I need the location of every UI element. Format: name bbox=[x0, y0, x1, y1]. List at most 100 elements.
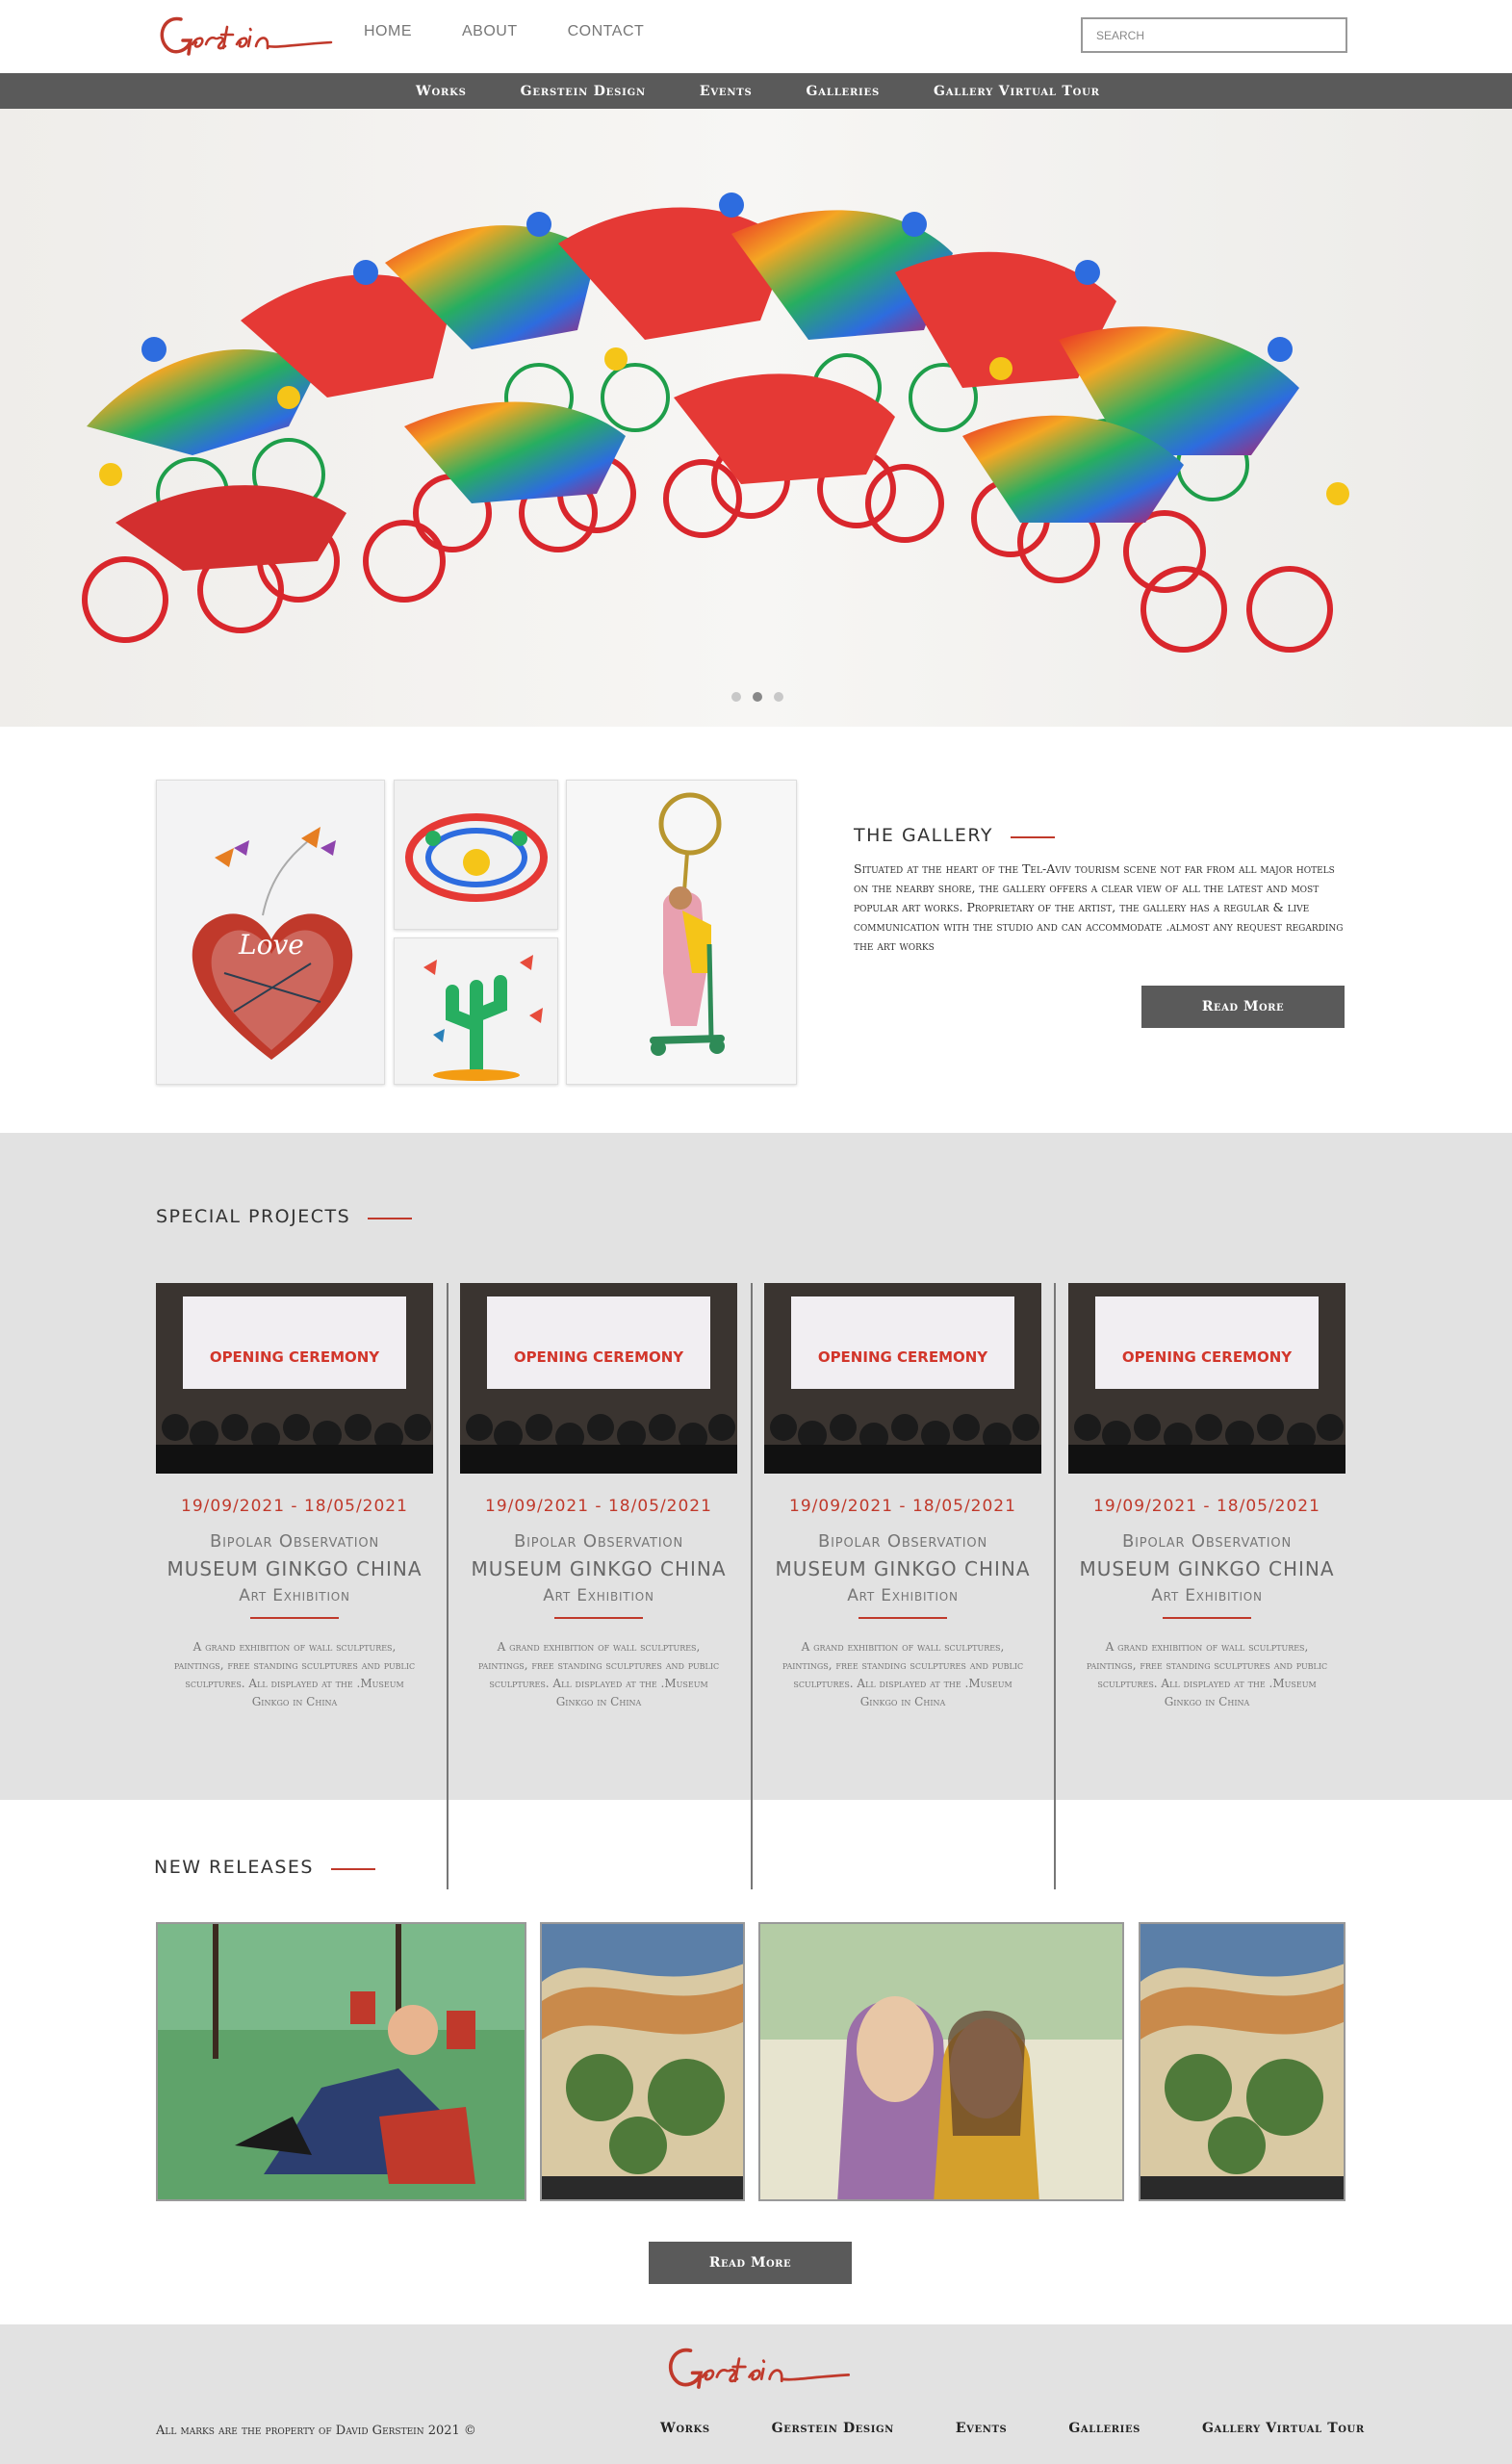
footer-link-galleries[interactable]: Galleries bbox=[1068, 2421, 1140, 2436]
couple-portrait-image bbox=[760, 1924, 1122, 2199]
new-releases-read-more-button[interactable]: Read More bbox=[649, 2242, 852, 2284]
project-card[interactable]: OPENING CEREMONY 19/09/2021 - 18/05/2021… bbox=[1068, 1283, 1345, 1726]
opening-ceremony-photo: OPENING CEREMONY bbox=[764, 1283, 1041, 1474]
ceremony-image: OPENING CEREMONY bbox=[1068, 1283, 1345, 1474]
gallery-thumb-keychain[interactable] bbox=[566, 780, 797, 1085]
release-artwork-landscape-2[interactable] bbox=[1139, 1922, 1345, 2201]
subnav-galleries[interactable]: Galleries bbox=[807, 84, 880, 99]
release-artwork-couple-portrait[interactable] bbox=[758, 1922, 1124, 2201]
cactus-butterflies-image bbox=[395, 938, 557, 1084]
card-divider bbox=[751, 1283, 753, 1889]
slider-dot-3[interactable] bbox=[774, 692, 783, 702]
accent-rule bbox=[368, 1217, 413, 1219]
project-subtitle: Bipolar Observation bbox=[210, 1531, 379, 1552]
accent-rule bbox=[330, 1867, 375, 1870]
project-type: Art Exhibition bbox=[847, 1586, 959, 1605]
love-heart-sculpture-image: Love bbox=[157, 781, 384, 1084]
ceremony-image: OPENING CEREMONY bbox=[764, 1283, 1041, 1474]
subnav-virtual-tour[interactable]: Gallery Virtual Tour bbox=[934, 84, 1100, 99]
special-projects-heading: SPECIAL PROJECTS bbox=[156, 1206, 413, 1227]
gerstein-logo[interactable] bbox=[154, 8, 337, 62]
project-card[interactable]: OPENING CEREMONY 19/09/2021 - 18/05/2021… bbox=[764, 1283, 1041, 1726]
nav-contact-link[interactable]: CONTACT bbox=[568, 23, 645, 40]
project-date: 19/09/2021 - 18/05/2021 bbox=[789, 1497, 1016, 1516]
landscape-painting-image bbox=[542, 1924, 743, 2199]
top-nav: HOME ABOUT CONTACT bbox=[364, 23, 694, 40]
svg-text:OPENING CEREMONY: OPENING CEREMONY bbox=[818, 1348, 988, 1366]
project-title: MUSEUM GINKGO CHINA bbox=[775, 1557, 1031, 1580]
gallery-thumb-cyclist-bowl[interactable] bbox=[394, 780, 558, 930]
project-description: A grand exhibition of wall sculptures, p… bbox=[782, 1640, 1024, 1708]
man-in-chair-image bbox=[158, 1924, 525, 2199]
slider-dots bbox=[731, 692, 783, 702]
project-title: MUSEUM GINKGO CHINA bbox=[167, 1557, 423, 1580]
project-description: A grand exhibition of wall sculptures, p… bbox=[477, 1640, 720, 1708]
project-card[interactable]: OPENING CEREMONY 19/09/2021 - 18/05/2021… bbox=[460, 1283, 737, 1726]
project-date: 19/09/2021 - 18/05/2021 bbox=[485, 1497, 712, 1516]
hero-slider[interactable] bbox=[0, 109, 1512, 727]
gallery-description: Situated at the heart of the Tel-Aviv to… bbox=[854, 861, 1344, 953]
cyclists-sculpture-image bbox=[82, 192, 1349, 653]
opening-ceremony-photo: OPENING CEREMONY bbox=[460, 1283, 737, 1474]
footer-link-virtual-tour[interactable]: Gallery Virtual Tour bbox=[1202, 2421, 1365, 2436]
copyright-text: All marks are the property of David Gers… bbox=[156, 2424, 476, 2438]
top-header: HOME ABOUT CONTACT bbox=[0, 0, 1512, 73]
cyclist-bowl-image bbox=[395, 781, 557, 929]
gallery-thumb-cactus[interactable] bbox=[394, 937, 558, 1085]
project-subtitle: Bipolar Observation bbox=[1122, 1531, 1292, 1552]
accent-rule bbox=[554, 1617, 643, 1619]
footer-link-events[interactable]: Events bbox=[956, 2421, 1007, 2436]
nav-home-link[interactable]: HOME bbox=[364, 23, 412, 40]
project-type: Art Exhibition bbox=[1151, 1586, 1263, 1605]
subnav-gerstein-design[interactable]: Gerstein Design bbox=[521, 84, 646, 99]
svg-text:OPENING CEREMONY: OPENING CEREMONY bbox=[1122, 1348, 1293, 1366]
project-date: 19/09/2021 - 18/05/2021 bbox=[181, 1497, 408, 1516]
gallery-heading: THE GALLERY bbox=[854, 825, 1055, 846]
new-releases-title: NEW RELEASES bbox=[154, 1857, 314, 1878]
gallery-title: THE GALLERY bbox=[854, 825, 993, 846]
new-releases-heading: NEW RELEASES bbox=[154, 1857, 375, 1878]
special-projects-section: SPECIAL PROJECTS OPENING CEREMONY 19/09/… bbox=[0, 1133, 1512, 1889]
accent-rule bbox=[859, 1617, 947, 1619]
ceremony-image: OPENING CEREMONY bbox=[460, 1283, 737, 1474]
project-subtitle: Bipolar Observation bbox=[818, 1531, 987, 1552]
card-divider bbox=[447, 1283, 448, 1889]
accent-rule bbox=[1010, 835, 1055, 838]
project-title: MUSEUM GINKGO CHINA bbox=[471, 1557, 727, 1580]
project-card[interactable]: OPENING CEREMONY 19/09/2021 - 18/05/2021… bbox=[156, 1283, 433, 1726]
ceremony-image: OPENING CEREMONY bbox=[156, 1283, 433, 1474]
footer-gerstein-logo[interactable] bbox=[662, 2338, 855, 2396]
slider-dot-2[interactable] bbox=[753, 692, 762, 702]
release-artwork-man-in-chair[interactable] bbox=[156, 1922, 526, 2201]
svg-text:OPENING CEREMONY: OPENING CEREMONY bbox=[514, 1348, 684, 1366]
accent-rule bbox=[250, 1617, 339, 1619]
gallery-read-more-button[interactable]: Read More bbox=[1141, 986, 1345, 1028]
accent-rule bbox=[1163, 1617, 1251, 1619]
footer: All marks are the property of David Gers… bbox=[0, 2324, 1512, 2464]
gallery-thumb-love-heart[interactable]: Love bbox=[156, 780, 385, 1085]
svg-text:OPENING CEREMONY: OPENING CEREMONY bbox=[210, 1348, 380, 1366]
project-type: Art Exhibition bbox=[239, 1586, 350, 1605]
opening-ceremony-photo: OPENING CEREMONY bbox=[156, 1283, 433, 1474]
subnav-works[interactable]: Works bbox=[416, 84, 467, 99]
project-title: MUSEUM GINKGO CHINA bbox=[1079, 1557, 1335, 1580]
project-description: A grand exhibition of wall sculptures, p… bbox=[1086, 1640, 1328, 1708]
footer-link-gerstein-design[interactable]: Gerstein Design bbox=[772, 2421, 894, 2436]
search-input[interactable] bbox=[1081, 17, 1347, 53]
footer-link-works[interactable]: Works bbox=[660, 2421, 710, 2436]
project-date: 19/09/2021 - 18/05/2021 bbox=[1093, 1497, 1320, 1516]
card-divider bbox=[1054, 1283, 1056, 1889]
release-artwork-landscape[interactable] bbox=[540, 1922, 745, 2201]
svg-text:Love: Love bbox=[238, 929, 304, 961]
special-projects-title: SPECIAL PROJECTS bbox=[156, 1206, 351, 1227]
category-nav-bar: Works Gerstein Design Events Galleries G… bbox=[0, 73, 1512, 109]
slider-dot-1[interactable] bbox=[731, 692, 741, 702]
project-subtitle: Bipolar Observation bbox=[514, 1531, 683, 1552]
subnav-events[interactable]: Events bbox=[700, 84, 753, 99]
project-type: Art Exhibition bbox=[543, 1586, 654, 1605]
nav-about-link[interactable]: ABOUT bbox=[462, 23, 518, 40]
keychain-image bbox=[567, 781, 796, 1084]
footer-nav: Works Gerstein Design Events Galleries G… bbox=[660, 2421, 1426, 2436]
opening-ceremony-photo: OPENING CEREMONY bbox=[1068, 1283, 1345, 1474]
landscape-painting-image bbox=[1140, 1924, 1344, 2199]
